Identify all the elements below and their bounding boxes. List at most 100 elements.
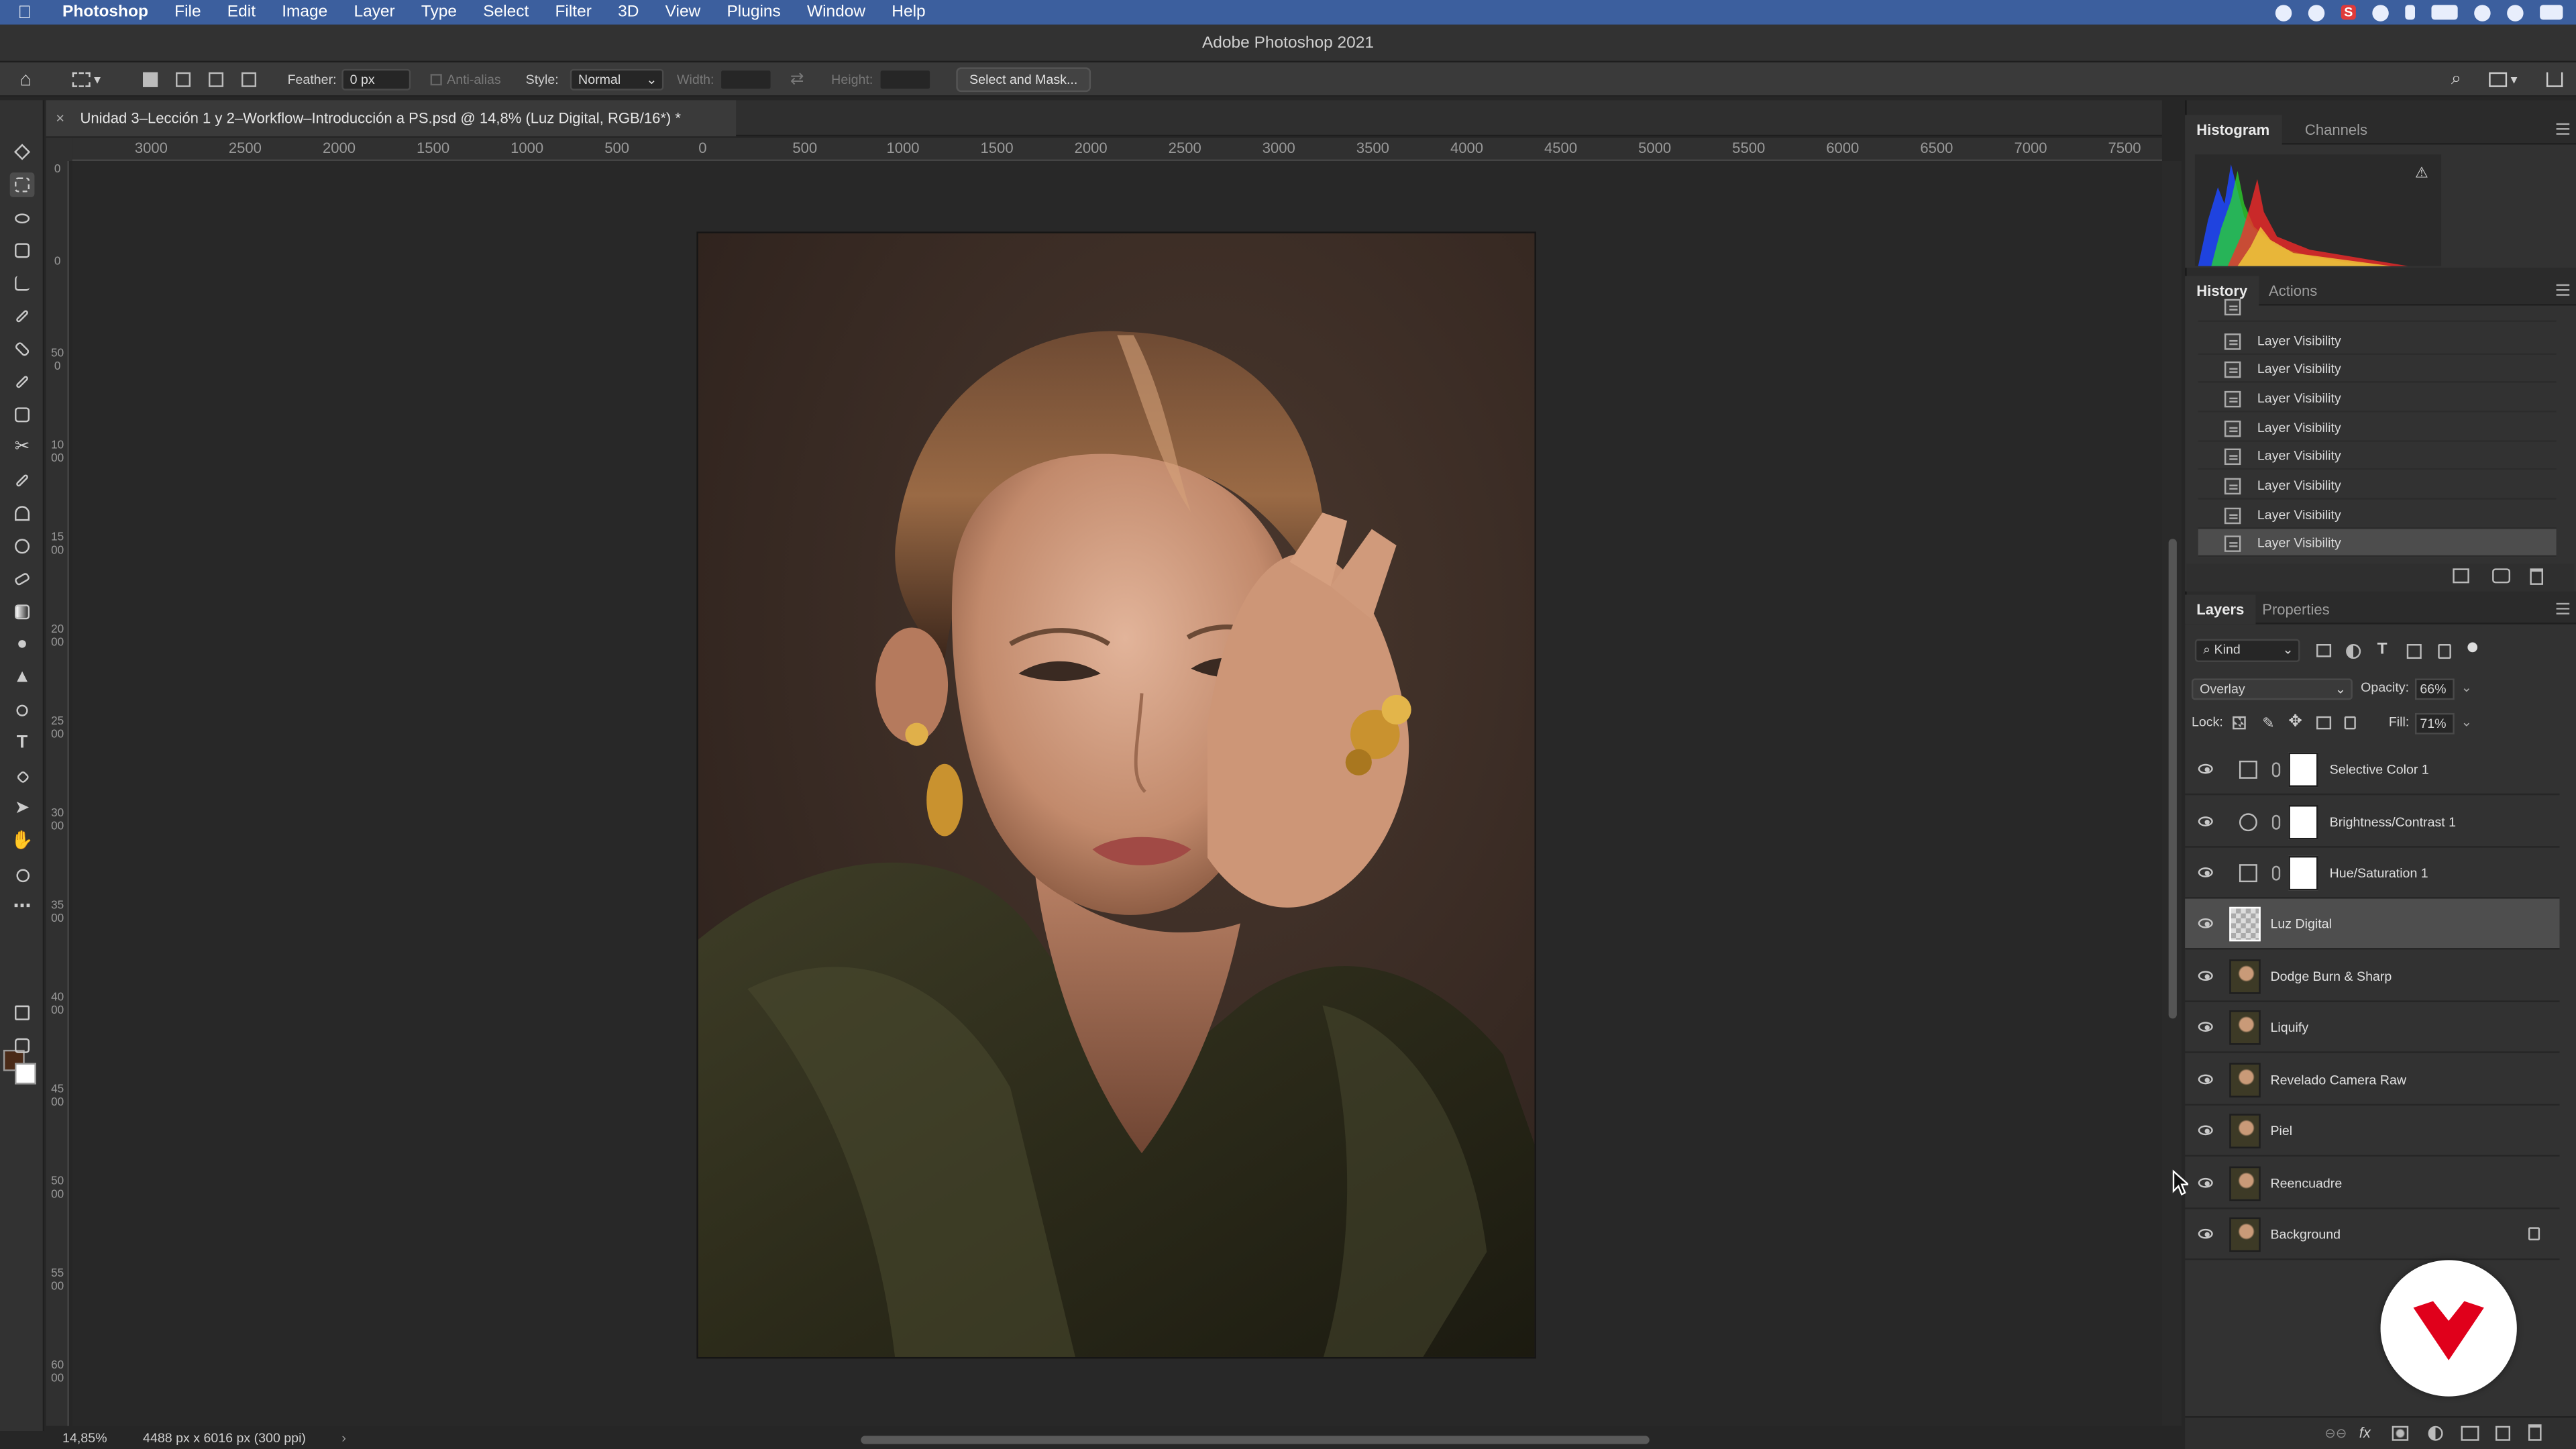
add-mask-icon[interactable] [2392,1426,2409,1441]
select-and-mask-button[interactable]: Select and Mask... [956,67,1091,93]
history-item-partial[interactable] [2198,299,2557,323]
history-item[interactable]: Layer Visibility [2198,327,2557,355]
zoom-level[interactable]: 14,85% [62,1430,107,1449]
pen-tool-icon[interactable] [10,764,35,789]
lock-transparent-icon[interactable] [2233,716,2246,730]
quick-mask-icon[interactable] [10,1000,35,1025]
wifi-icon[interactable] [2474,4,2491,21]
visibility-eye-icon[interactable] [2198,1177,2213,1188]
tab-actions[interactable]: Actions [2257,276,2329,305]
mask-link-icon[interactable] [2271,814,2281,830]
clone-stamp-tool-icon[interactable] [10,501,35,526]
lock-artboard-icon[interactable] [2316,716,2332,730]
subtract-selection-icon[interactable] [209,72,224,87]
control-center-icon[interactable] [2540,5,2563,20]
layer-row-background[interactable]: Background [2185,1209,2560,1260]
intersect-selection-icon[interactable] [241,72,257,87]
tab-properties[interactable]: Properties [2251,595,2341,625]
background-color-swatch[interactable] [15,1063,36,1085]
history-item[interactable]: Layer Visibility [2198,355,2557,383]
hand-tool-icon[interactable]: ✋ [10,830,35,855]
menu-window[interactable]: Window [794,3,878,21]
fx-icon[interactable]: fx [2359,1424,2371,1440]
menu-view[interactable]: View [652,3,714,21]
height-input[interactable] [879,68,932,91]
history-item[interactable]: Layer Visibility [2198,501,2557,529]
frame-tool-icon[interactable] [10,402,35,427]
delete-state-icon[interactable] [2530,568,2544,585]
layer-mask-thumbnail[interactable] [2288,752,2318,788]
width-input[interactable] [719,68,773,91]
layer-row-hue-saturation[interactable]: Hue/Saturation 1 [2185,848,2560,899]
vertical-ruler[interactable]: 0 0 500 1000 1500 2000 2500 3000 3500 4000 4500 500… [46,161,69,1426]
filter-smart-object-icon[interactable] [2438,644,2451,659]
new-selection-icon[interactable] [143,72,158,87]
object-selection-tool-icon[interactable] [10,238,35,263]
new-group-icon[interactable] [2461,1426,2479,1441]
tab-layers[interactable]: Layers [2185,594,2256,625]
new-layer-icon[interactable] [2496,1426,2511,1441]
tab-channels[interactable]: Channels [2294,115,2379,144]
new-document-from-state-icon[interactable] [2453,568,2469,584]
headphones-icon[interactable] [2372,4,2389,21]
workspace-icon[interactable]: ▾ [2489,62,2517,97]
menu-image[interactable]: Image [269,3,341,21]
menu-type[interactable]: Type [408,3,470,21]
lock-image-icon[interactable]: ✎ [2262,714,2274,733]
history-brush-tool-icon[interactable] [10,468,35,493]
histogram-menu-icon[interactable] [2556,123,2570,135]
history-item[interactable]: Layer Visibility [2198,384,2557,413]
spot-healing-tool-icon[interactable] [10,337,35,362]
s-app-icon[interactable]: S [2341,5,2356,20]
horizontal-scroll-thumb[interactable] [861,1436,1650,1444]
battery-icon[interactable] [2431,5,2458,20]
vertical-scroll-thumb[interactable] [2168,539,2177,1019]
feather-input[interactable]: 0 px [341,68,411,91]
cache-warning-icon[interactable]: ⚠ [2415,164,2428,182]
lock-all-icon[interactable] [2344,716,2356,730]
tab-histogram[interactable]: Histogram [2185,115,2282,145]
rectangular-marquee-tool-icon[interactable] [9,172,35,197]
scissors-tool-icon[interactable]: ✂ [10,435,35,460]
record-icon[interactable] [2275,4,2292,21]
history-item[interactable]: Layer Visibility [2198,414,2557,442]
horizontal-ruler[interactable]: 3000 2500 2000 1500 1000 500 0 500 1000 1500 2000 2… [72,138,2162,162]
menu-plugins[interactable]: Plugins [714,3,794,21]
home-icon[interactable]: ⌂ [19,62,32,97]
move-tool-icon[interactable] [10,140,35,164]
menu-help[interactable]: Help [879,3,939,21]
menu-select[interactable]: Select [470,3,542,21]
add-selection-icon[interactable] [176,72,191,87]
visibility-eye-icon[interactable] [2198,971,2213,981]
filter-adjustment-icon[interactable] [2346,644,2361,659]
menu-filter[interactable]: Filter [542,3,605,21]
layer-row-reencuadre[interactable]: Reencuadre [2185,1159,2560,1210]
filter-pixel-icon[interactable] [2316,644,2332,657]
tab-history[interactable]: History [2185,276,2259,306]
history-item-current[interactable]: Layer Visibility [2198,529,2557,557]
antialias-checkbox[interactable]: Anti-alias [430,62,501,97]
sharpen-tool-icon[interactable]: ▲ [10,665,35,690]
history-item[interactable]: Layer Visibility [2198,472,2557,500]
share-icon[interactable] [2546,62,2563,97]
visibility-eye-icon[interactable] [2198,918,2213,928]
history-brush-alt-tool-icon[interactable] [10,534,35,559]
marquee-preset-icon[interactable]: ▾ [72,62,101,97]
status-more-icon[interactable]: › [341,1430,346,1449]
mask-link-icon[interactable] [2271,762,2281,777]
more-tools-icon[interactable]: ⋯ [10,896,35,920]
document-info[interactable]: 4488 px x 6016 px (300 ppi) [143,1430,306,1449]
mask-link-icon[interactable] [2271,865,2281,881]
bluetooth-icon[interactable] [2405,5,2416,20]
document-tab[interactable]: × Unidad 3–Lección 1 y 2–Workflow–Introd… [46,100,737,137]
blend-mode-select[interactable]: Overlay ⌄ [2191,678,2353,700]
opacity-input[interactable]: 66% [2415,678,2455,700]
brush-tool-icon[interactable] [10,370,35,394]
visibility-eye-icon[interactable] [2198,1074,2213,1085]
snapshot-camera-icon[interactable] [2492,568,2511,584]
menu-3d[interactable]: 3D [604,3,652,21]
visibility-eye-icon[interactable] [2198,867,2213,877]
history-menu-icon[interactable] [2556,284,2570,296]
creative-cloud-icon[interactable] [2308,4,2325,21]
layer-mask-thumbnail[interactable] [2288,805,2318,840]
